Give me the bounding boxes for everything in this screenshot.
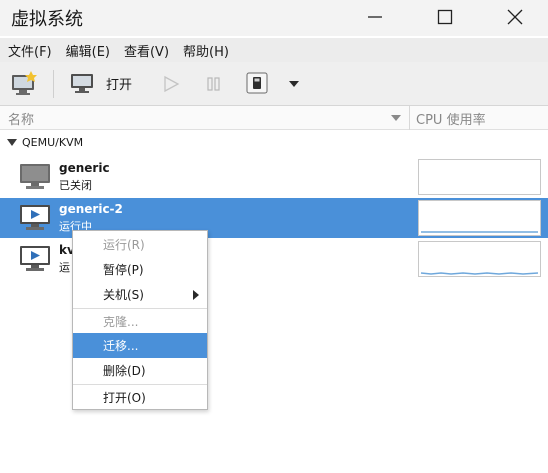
new-vm-icon [12,71,37,95]
open-button[interactable]: 打开 [70,72,132,94]
cpu-usage-graph [418,241,541,277]
minimize-button[interactable] [353,2,397,32]
monitor-icon [71,74,93,93]
menu-item-label: 迁移... [103,339,139,353]
maximize-button[interactable] [423,2,467,32]
toolbar: 打开 [0,62,548,106]
menu-item-label: 运行(R) [103,238,145,252]
menu-item-migrate[interactable]: 迁移... [73,333,207,358]
vm-row-generic[interactable]: generic 已关闭 [0,157,548,197]
menu-item-label: 打开(O) [103,391,146,405]
menu-edit[interactable]: 编辑(E) [62,41,114,60]
menu-item-run[interactable]: 运行(R) [73,232,207,257]
expand-arrow-icon[interactable] [7,139,17,147]
connection-group[interactable]: QEMU/KVM [0,134,548,154]
vm-off-icon [20,164,50,189]
vm-running-icon [20,246,50,271]
vm-name: generic-2 [59,202,123,216]
menu-item-shutdown[interactable]: 关机(S) [73,282,207,307]
console-icon [246,72,268,94]
menu-file[interactable]: 文件(F) [4,41,56,60]
menu-item-clone[interactable]: 克隆... [73,309,207,334]
vm-status: 已关闭 [59,179,92,192]
menu-item-label: 删除(D) [103,364,146,378]
column-name-header[interactable]: 名称 [8,109,34,128]
minimize-icon [368,16,382,18]
menu-item-label: 暂停(P) [103,263,144,277]
toolbar-separator [53,70,54,98]
close-button[interactable] [493,2,537,32]
dropdown-icon [289,81,299,87]
pause-button[interactable] [205,75,223,93]
cpu-usage-graph [418,200,541,236]
menu-bar: 文件(F) 编辑(E) 查看(V) 帮助(H) [0,38,548,62]
play-icon [164,75,180,93]
menu-item-label: 克隆... [103,315,139,329]
cpu-usage-graph [418,159,541,195]
menu-item-label: 关机(S) [103,288,144,302]
vm-status: 运 [59,261,70,274]
run-button[interactable] [162,75,180,93]
column-cpu-header[interactable]: CPU 使用率 [416,109,486,128]
pause-icon [207,77,220,91]
menu-help[interactable]: 帮助(H) [179,41,233,60]
title-bar: 虚拟系统 [0,0,548,36]
column-divider[interactable] [409,106,410,130]
menu-item-delete[interactable]: 删除(D) [73,358,207,383]
menu-view[interactable]: 查看(V) [120,41,173,60]
menu-item-pause[interactable]: 暂停(P) [73,257,207,282]
console-button[interactable] [246,72,268,94]
maximize-icon [437,9,453,25]
sort-down-icon[interactable] [390,114,402,122]
vm-running-icon [20,205,50,230]
connection-label: QEMU/KVM [22,136,84,149]
submenu-arrow-icon [193,290,199,300]
open-button-label: 打开 [106,77,133,93]
window-title: 虚拟系统 [11,9,83,30]
shutdown-dropdown[interactable] [288,80,300,88]
menu-item-open[interactable]: 打开(O) [73,385,207,410]
close-icon [507,9,523,25]
cpu-graph-line [420,272,539,275]
column-header: 名称 CPU 使用率 [0,106,548,130]
new-vm-button[interactable] [10,70,38,96]
vm-context-menu: 运行(R) 暂停(P) 关机(S) 克隆... 迁移... 删除(D) 打开(O… [72,230,208,410]
cpu-graph-line [421,231,538,233]
vm-name: generic [59,161,110,175]
